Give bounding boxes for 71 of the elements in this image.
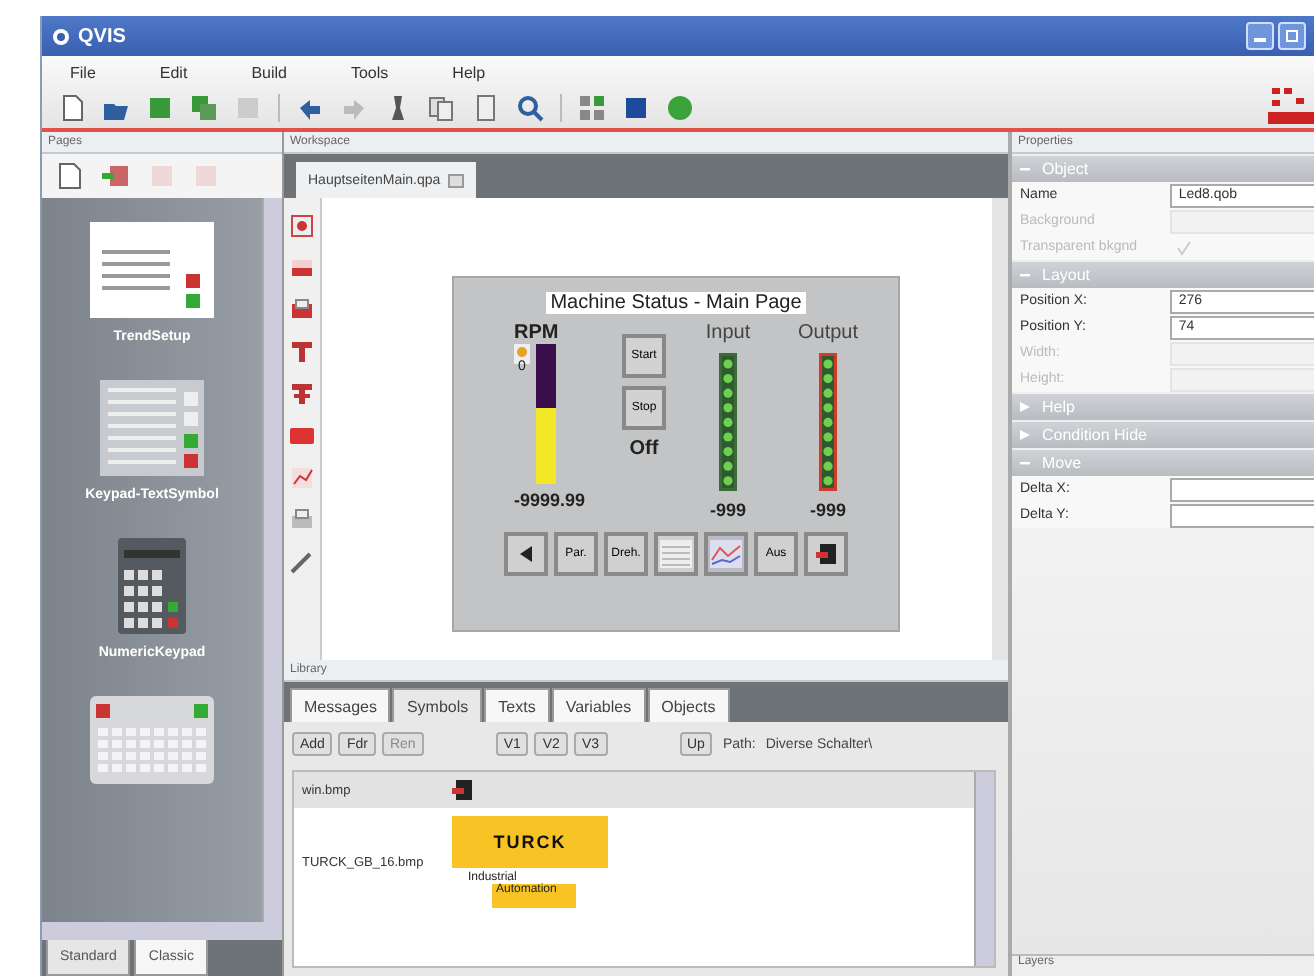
page-thumbnail[interactable]: [86, 692, 218, 788]
company-logo-icon: [1268, 84, 1314, 128]
section-title: Layout: [1042, 266, 1091, 284]
grid-icon[interactable]: [578, 94, 606, 122]
tab[interactable]: Messages: [290, 688, 391, 722]
menu-item[interactable]: File: [70, 63, 96, 81]
menu-item[interactable]: Build: [251, 63, 287, 81]
vertical-scrollbar[interactable]: [262, 198, 282, 922]
section-title: Object: [1042, 160, 1089, 178]
expand-icon: [1020, 402, 1030, 412]
search-icon[interactable]: [516, 94, 544, 122]
horizontal-scrollbar[interactable]: [42, 922, 282, 940]
line-chart-icon: [710, 540, 742, 568]
text-icon[interactable]: [290, 382, 314, 406]
text-icon[interactable]: [290, 340, 314, 364]
led-value: -999: [809, 500, 846, 520]
screen-title: Machine Status - Main Page: [546, 292, 806, 314]
copy-icon[interactable]: [428, 94, 456, 122]
nav-button[interactable]: [504, 532, 548, 576]
close-icon[interactable]: [448, 173, 465, 187]
table-thumbnail-drawing: [90, 222, 214, 318]
download-icon[interactable]: [622, 94, 650, 122]
save-all-icon[interactable]: [190, 94, 218, 122]
app-icon: [52, 27, 70, 45]
play-icon[interactable]: [666, 94, 694, 122]
save-icon[interactable]: [146, 94, 174, 122]
expand-icon: [1020, 430, 1030, 440]
section-title: Move: [1042, 454, 1082, 472]
table-icon: [660, 540, 692, 568]
record-icon[interactable]: [290, 214, 314, 238]
vertical-scrollbar[interactable]: [974, 772, 994, 966]
chart-icon[interactable]: [290, 466, 314, 490]
screen-icon[interactable]: [290, 298, 314, 322]
led-label: Output: [797, 322, 859, 344]
property-field[interactable]: [1170, 503, 1314, 527]
tab[interactable]: Symbols: [392, 688, 483, 722]
window-title: QVIS: [78, 25, 126, 47]
image-icon[interactable]: [290, 256, 314, 280]
new-page-icon[interactable]: [58, 162, 82, 190]
led-label: Input: [705, 322, 751, 344]
property-field[interactable]: [1170, 477, 1314, 501]
led-value: -999: [709, 500, 746, 520]
minimize-button[interactable]: [1246, 22, 1274, 50]
lamp-icon: [514, 344, 530, 364]
printer-icon[interactable]: [290, 508, 314, 532]
keyboard-thumbnail-drawing: [90, 696, 214, 784]
paste-icon[interactable]: [472, 94, 500, 122]
keypad-thumbnail-drawing: [117, 538, 186, 634]
state-text: Off: [629, 438, 659, 460]
menu-item[interactable]: Tools: [350, 63, 389, 81]
maximize-icon: [1286, 30, 1298, 42]
tab[interactable]: Texts: [484, 688, 550, 722]
redo-icon[interactable]: [340, 94, 368, 122]
gauge-label: RPM: [514, 322, 559, 344]
logo-text: TURCK: [452, 816, 608, 868]
back-arrow-icon: [520, 546, 532, 562]
tab[interactable]: Objects: [647, 688, 730, 722]
list-thumbnail-drawing: [100, 380, 204, 476]
section-title: Help: [1042, 398, 1075, 416]
gauge-value: -9999.99: [514, 490, 586, 510]
new-file-icon[interactable]: [58, 94, 86, 122]
nav-button[interactable]: [804, 532, 848, 576]
import-page-icon[interactable]: [102, 164, 130, 188]
exit-door-icon: [816, 544, 836, 564]
tab[interactable]: Variables: [551, 688, 646, 722]
exit-door-icon: [452, 780, 472, 800]
maximize-button[interactable]: [1278, 22, 1306, 50]
undo-icon[interactable]: [296, 94, 324, 122]
section-title: Condition Hide: [1042, 426, 1147, 444]
menu-item[interactable]: Edit: [159, 63, 188, 81]
menu-item[interactable]: Help: [452, 63, 486, 81]
